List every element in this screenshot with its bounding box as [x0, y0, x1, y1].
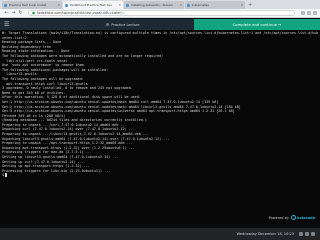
terminal-output: W: Target Translations (main/i18n/Transl… — [2, 31, 318, 173]
connection-status[interactable]: Practice Lecture — [52, 19, 194, 30]
favicon-icon — [4, 3, 7, 7]
browser-tab-strip: Practice Test Sudo Install ✕ KodeKloud P… — [0, 0, 320, 9]
close-icon[interactable]: ✕ — [240, 3, 243, 7]
favicon-icon — [126, 3, 129, 7]
katacoda-logo-icon — [290, 215, 296, 220]
complete-continue-button[interactable]: Complete and continue → — [194, 19, 320, 30]
back-icon[interactable]: ← — [3, 10, 10, 16]
forward-icon[interactable]: → — [10, 10, 17, 16]
close-icon[interactable]: ✕ — [179, 3, 182, 7]
reload-icon[interactable]: ↻ — [17, 10, 24, 16]
tab-title: KodeKloud Practice Test Sys — [70, 3, 112, 7]
powered-by-badge: Powered by katacoda — [269, 215, 315, 220]
tab-title: Installing kubeadm - Kubern — [131, 3, 174, 7]
power-icon[interactable] — [311, 232, 315, 236]
lab-header: ☰ Practice Lecture Complete and continue… — [0, 19, 320, 30]
new-tab-button[interactable]: + — [248, 1, 252, 9]
network-icon[interactable] — [299, 232, 303, 236]
volume-icon[interactable] — [305, 232, 309, 236]
close-icon[interactable]: ✕ — [57, 3, 60, 7]
terminal-prompt: $ — [2, 173, 5, 178]
powered-by-brand: katacoda — [296, 215, 315, 220]
extension-icon[interactable] — [301, 11, 305, 15]
terminal-prompt-line: $ — [2, 173, 318, 178]
extension-icon[interactable] — [307, 11, 311, 15]
favicon-icon — [65, 3, 68, 7]
connection-label: Practice Lecture — [111, 22, 140, 27]
terminal[interactable]: W: Target Translations (main/i18n/Transl… — [0, 30, 320, 224]
url-text: kodekloud.com/topic/practice-test-instal… — [37, 11, 125, 15]
tab-title: Practice Test Sudo Install — [9, 3, 47, 7]
taskbar-clock: Wednesday December 18, 10:23 — [236, 232, 294, 236]
close-icon[interactable]: ✕ — [118, 3, 121, 7]
favicon-icon — [187, 3, 190, 7]
browser-tab[interactable]: Installing kubeadm - Kubern ✕ — [124, 1, 184, 9]
lab-menu-area: ☰ — [0, 19, 52, 30]
terminal-line: W: Target Translations (main/i18n/Transl… — [2, 31, 318, 35]
menu-icon[interactable] — [313, 11, 317, 15]
hamburger-icon[interactable]: ☰ — [4, 21, 9, 28]
browser-tab-active[interactable]: KodeKloud Practice Test Sys ✕ — [63, 1, 123, 9]
url-input[interactable]: ● kodekloud.com/topic/practice-test-inst… — [28, 10, 295, 16]
browser-tab[interactable]: kubernetes ✕ — [185, 1, 245, 9]
cursor-icon — [5, 173, 8, 178]
status-dot-icon — [106, 23, 110, 26]
powered-by-label: Powered by — [268, 215, 289, 220]
browser-tab[interactable]: Practice Test Sudo Install ✕ — [2, 1, 62, 9]
address-bar: ← → ↻ ● kodekloud.com/topic/practice-tes… — [0, 9, 320, 18]
lock-icon: ● — [32, 11, 36, 15]
tab-title: kubernetes — [192, 3, 209, 7]
os-taskbar: Wednesday December 18, 10:23 — [0, 228, 320, 240]
